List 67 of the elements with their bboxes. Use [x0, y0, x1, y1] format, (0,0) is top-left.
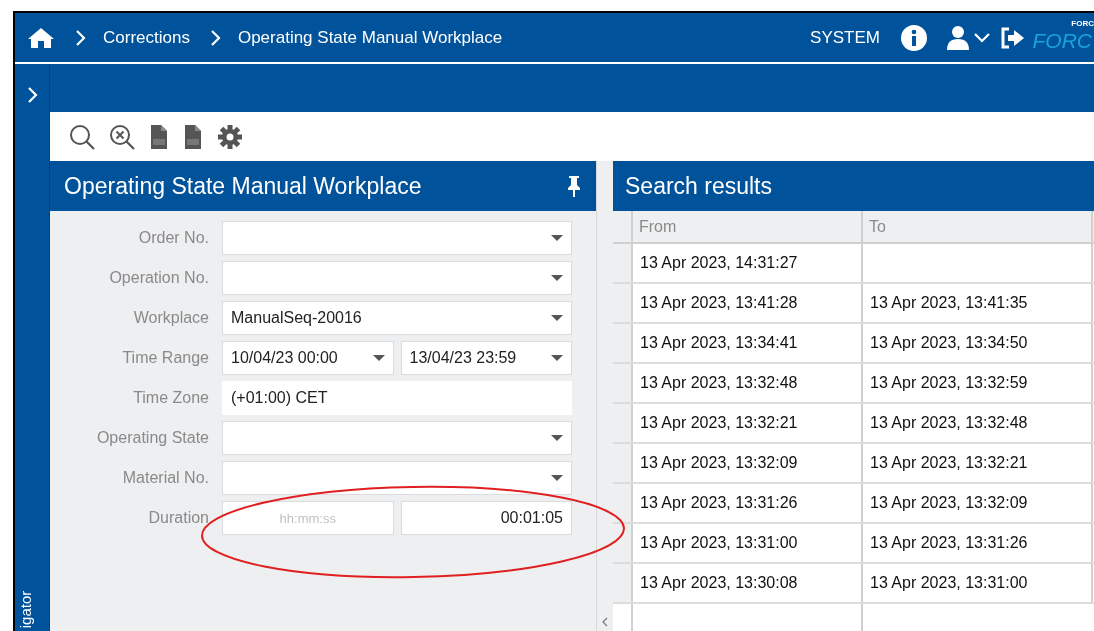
field-label: Operating State	[95, 428, 210, 448]
table-cell: 13 Apr 2023, 13:32:21	[633, 404, 863, 442]
caret-icon[interactable]	[372, 355, 385, 361]
table-cell: 13 Apr 2023, 13:32:09	[633, 444, 863, 482]
table-cell: 13 Apr 2023, 13:32:59	[863, 364, 1093, 402]
caret-icon[interactable]	[551, 275, 563, 281]
field-label: Duration	[147, 508, 210, 528]
table-cell: 13 Apr 2023, 13:41:35	[863, 284, 1093, 322]
chevron-right-icon[interactable]	[27, 86, 39, 104]
table-cell: 13 Apr 2023, 13:34:50	[863, 324, 1093, 362]
caret-icon[interactable]	[551, 235, 563, 241]
pdf-file-icon[interactable]	[149, 123, 169, 150]
field-label: Operation No.	[108, 268, 210, 288]
table-cell: 13 Apr 2023, 13:32:21	[863, 444, 1093, 482]
field-label: Material No.	[121, 468, 210, 488]
input-field[interactable]: hh:mm:ss	[222, 501, 394, 535]
caret-icon[interactable]	[551, 315, 563, 321]
csv-file-icon[interactable]	[183, 123, 203, 150]
dropdown-field[interactable]	[222, 261, 572, 295]
chevron-right-icon	[209, 28, 222, 47]
clear-search-icon[interactable]	[109, 123, 135, 150]
search-icon[interactable]	[69, 123, 95, 150]
table-cell: 13 Apr 2023, 13:32:48	[633, 364, 863, 402]
table-cell: 13 Apr 2023, 13:31:00	[633, 524, 863, 562]
caret-icon[interactable]	[551, 435, 563, 441]
user-label: SYSTEM	[810, 26, 880, 49]
table-cell: 13 Apr 2023, 13:30:08	[633, 564, 863, 602]
panel-title: Operating State Manual Workplace	[64, 171, 423, 201]
table-cell: 13 Apr 2023, 13:32:48	[863, 404, 1093, 442]
dropdown-field[interactable]	[222, 421, 572, 455]
info-icon[interactable]	[900, 23, 928, 52]
user-icon[interactable]	[946, 24, 970, 51]
dropdown-field[interactable]	[222, 461, 572, 495]
dropdown-field[interactable]: 13/04/23 23:59	[400, 341, 572, 375]
table-cell: 13 Apr 2023, 13:31:00	[863, 564, 1093, 602]
settings-icon[interactable]	[217, 123, 243, 150]
table-cell: 13 Apr 2023, 13:34:41	[633, 324, 863, 362]
field-label: Order No.	[137, 228, 210, 248]
dropdown-field[interactable]: 10/04/23 00:00	[222, 341, 394, 375]
caret-icon[interactable]	[551, 355, 563, 361]
table-cell: 13 Apr 2023, 13:32:09	[863, 484, 1093, 522]
table-cell: 13 Apr 2023, 13:31:26	[633, 484, 863, 522]
pin-icon[interactable]	[566, 175, 582, 197]
panel-title: Search results	[625, 171, 772, 201]
dropdown-field[interactable]: ManualSeq-20016	[222, 301, 572, 335]
input-field[interactable]: 00:01:05	[400, 501, 572, 535]
logo-text: FORC	[1032, 29, 1092, 51]
breadcrumb-link[interactable]: Corrections	[103, 24, 190, 51]
table-cell: 13 Apr 2023, 13:41:28	[633, 284, 863, 322]
row-selector[interactable]	[613, 484, 633, 522]
logout-icon[interactable]	[1000, 26, 1026, 49]
table-cell: 13 Apr 2023, 13:31:26	[863, 524, 1093, 562]
caret-icon[interactable]	[551, 475, 563, 481]
dropdown-field[interactable]	[222, 221, 572, 255]
field-label: Workplace	[132, 308, 210, 328]
chevron-right-icon	[75, 28, 87, 47]
field-label: Time Range	[121, 348, 210, 368]
row-selector[interactable]	[613, 524, 633, 562]
field-label: Time Zone	[132, 388, 210, 408]
chevron-left-icon[interactable]	[602, 617, 608, 627]
chevron-down-icon[interactable]	[974, 32, 990, 43]
home-icon[interactable]	[27, 26, 55, 49]
navigator-label[interactable]: igator	[18, 590, 34, 629]
text-field[interactable]: (+01:00) CET	[222, 381, 572, 415]
table-cell: 13 Apr 2023, 14:31:27	[633, 244, 863, 282]
logo-small-text: FORC	[1071, 19, 1094, 28]
breadcrumb-link[interactable]: Operating State Manual Workplace	[237, 24, 503, 51]
